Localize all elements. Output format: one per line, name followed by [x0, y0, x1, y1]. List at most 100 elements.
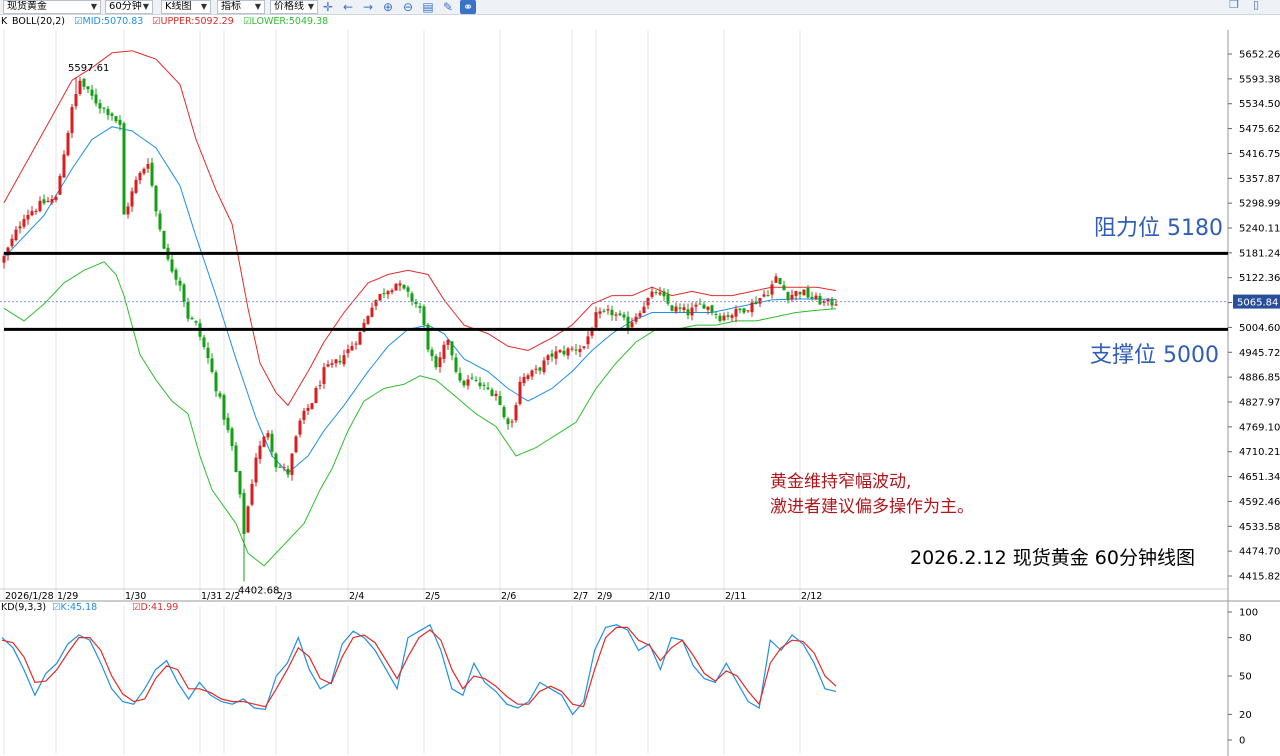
kd-y-tick-label: 20: [1239, 710, 1252, 721]
candle-body: [486, 387, 490, 390]
mid-text: MID:5070.83: [82, 16, 144, 27]
candle-body: [6, 247, 10, 256]
zoom-out-icon[interactable]: ⊖: [400, 0, 416, 14]
candle-body: [198, 323, 202, 337]
candle-body: [778, 278, 782, 285]
candle-body: [194, 321, 198, 323]
candle-body: [498, 395, 502, 406]
candle-body: [342, 355, 346, 365]
candle-body: [158, 213, 162, 230]
candle-body: [770, 284, 774, 295]
candle-body: [442, 344, 446, 359]
kd-y-tick-label: 80: [1239, 633, 1252, 644]
candle-body: [86, 86, 90, 90]
candle-body: [598, 311, 602, 314]
candle-body: [678, 307, 682, 309]
candle-body: [634, 316, 638, 322]
restore-icon[interactable]: ❐: [1228, 0, 1240, 11]
candle-body: [250, 483, 254, 505]
resistance-label: 阻力位 5180: [1094, 216, 1223, 241]
candle-body: [646, 298, 650, 306]
candle-body: [378, 293, 382, 301]
candle-body: [526, 375, 530, 379]
candle-body: [714, 313, 718, 315]
arrow-right-icon[interactable]: →: [360, 0, 376, 14]
candle-body: [90, 89, 94, 96]
candle-body: [482, 384, 486, 386]
candle-body: [626, 316, 630, 329]
candle-body: [314, 388, 318, 404]
candle-body: [834, 304, 838, 306]
candle-body: [270, 433, 274, 452]
y-tick-label: 5652.26: [1239, 50, 1280, 61]
candle-body: [790, 294, 794, 300]
candle-body: [18, 226, 22, 229]
candle-body: [286, 468, 290, 475]
y-tick-label: 5240.11: [1239, 224, 1280, 235]
line-tool-label: 价格线: [274, 1, 304, 12]
candle-body: [66, 132, 70, 156]
candle-body: [590, 329, 594, 336]
candle-body: [522, 376, 526, 384]
main-chart[interactable]: 2026/1/28 1/29 1/30 1/31 2/2 2/3 2/4 2/5 2/6 2/7 2…: [0, 0, 1280, 756]
note-line-2: 激进者建议偏多操作为主。: [770, 497, 974, 517]
candle-body: [802, 289, 806, 296]
candle-body: [826, 299, 830, 302]
x-tick-label: 2/2: [225, 591, 240, 602]
candle-body: [666, 294, 670, 304]
y-tick-label: 5004.60: [1239, 323, 1280, 334]
candle-body: [166, 247, 170, 260]
candle-body: [374, 299, 378, 306]
grid-icon[interactable]: ▤: [420, 0, 436, 14]
candle-body: [418, 306, 422, 308]
line-tool-dropdown[interactable]: 价格线 ▼: [270, 0, 318, 14]
link-icon[interactable]: ⚭: [460, 0, 476, 14]
chevron-down-icon: ▼: [254, 2, 261, 11]
candle-body: [22, 218, 26, 227]
candle-body: [690, 307, 694, 316]
zoom-in-icon[interactable]: ⊕: [380, 0, 396, 14]
indicator-prefix: K: [1, 16, 8, 27]
candle-body: [14, 229, 18, 241]
candle-body: [618, 313, 622, 316]
candle-body: [146, 164, 150, 169]
crosshair-icon[interactable]: ✛: [320, 0, 336, 14]
candle-body: [174, 269, 178, 280]
y-tick-label: 4769.10: [1239, 422, 1280, 433]
candle-body: [110, 113, 114, 116]
candle-body: [38, 200, 42, 212]
arrow-left-icon[interactable]: ←: [340, 0, 356, 14]
upper-text: UPPER:5092.29: [160, 16, 234, 27]
candle-body: [358, 332, 362, 345]
period-dropdown[interactable]: 60分钟 ▼: [105, 0, 153, 14]
chevron-down-icon: ▼: [142, 2, 149, 11]
indicator-dropdown[interactable]: 指标 ▼: [217, 0, 265, 14]
candle-body: [346, 349, 350, 354]
x-tick-label: 2026/1/28: [5, 591, 54, 602]
candle-body: [830, 299, 834, 306]
x-tick-label: 2/3: [277, 591, 292, 602]
candle-body: [694, 304, 698, 307]
candle-body: [726, 315, 730, 317]
candle-body: [706, 306, 710, 310]
candle-body: [206, 347, 210, 359]
candle-body: [366, 315, 370, 324]
candle-body: [338, 360, 342, 363]
chart-type-dropdown[interactable]: K线图 ▼: [161, 0, 211, 14]
candle-body: [282, 467, 286, 469]
maximize-icon[interactable]: ▯: [1250, 0, 1262, 11]
symbol-dropdown[interactable]: 现货黄金 ▼: [3, 0, 101, 14]
note-line-1: 黄金维持窄幅波动,: [770, 472, 912, 492]
candle-body: [606, 309, 610, 311]
candle-body: [674, 306, 678, 312]
candle-body: [98, 103, 102, 109]
candle-body: [134, 179, 138, 193]
candle-body: [354, 343, 358, 345]
candle-body: [702, 304, 706, 309]
candle-body: [818, 295, 822, 305]
low-label: 4402.68: [238, 586, 279, 597]
candle-body: [554, 351, 558, 359]
pencil-icon[interactable]: ✎: [440, 0, 456, 14]
y-tick-label: 4710.21: [1239, 447, 1280, 458]
candle-body: [650, 291, 654, 297]
